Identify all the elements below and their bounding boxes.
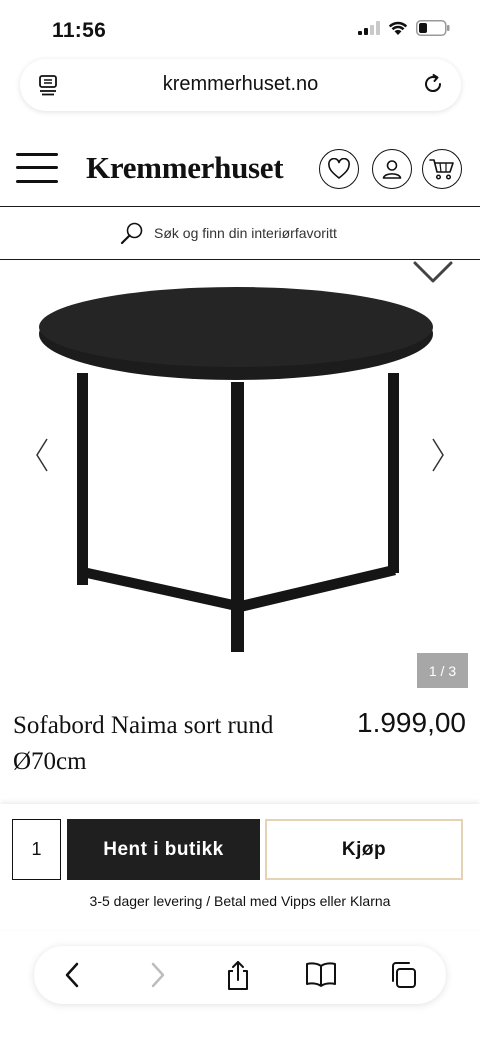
- buy-button[interactable]: Kjøp: [265, 819, 463, 880]
- wishlist-button[interactable]: [319, 149, 359, 189]
- product-gallery[interactable]: 1 / 3: [0, 261, 480, 701]
- product-price: 1.999,00: [357, 707, 466, 738]
- search-placeholder: Søk og finn din interiørfavoritt: [154, 225, 337, 241]
- cellular-signal-icon: [358, 21, 380, 35]
- status-bar: 11:56: [0, 0, 480, 60]
- wifi-icon: [388, 21, 408, 35]
- menu-icon[interactable]: [16, 153, 58, 183]
- pickup-in-store-button[interactable]: Hent i butikk: [67, 819, 260, 880]
- product-title-line-2: Ø70cm: [13, 748, 87, 775]
- purchase-bar: 1 Hent i butikk Kjøp 3-5 dager levering …: [0, 804, 480, 929]
- product-image: [39, 287, 433, 652]
- product-title: Sofabord Naima sort rund Ø70cm: [13, 708, 343, 780]
- share-icon[interactable]: [225, 960, 251, 992]
- user-icon: [382, 160, 402, 179]
- reload-icon[interactable]: [421, 72, 445, 96]
- back-icon[interactable]: [62, 960, 82, 990]
- site-logo[interactable]: Kremmerhuset: [86, 150, 284, 186]
- cart-icon: [429, 159, 454, 180]
- tabs-icon[interactable]: [388, 960, 418, 990]
- search-bar[interactable]: Søk og finn din interiørfavoritt: [0, 207, 480, 260]
- account-button[interactable]: [372, 149, 412, 189]
- search-field[interactable]: Søk og finn din interiørfavoritt: [120, 221, 337, 245]
- wishlist-heart-icon[interactable]: [412, 261, 454, 287]
- delivery-info: 3-5 dager levering / Betal med Vipps ell…: [89, 893, 391, 909]
- quantity-input[interactable]: 1: [12, 819, 61, 880]
- heart-icon: [328, 158, 350, 179]
- url-text[interactable]: kremmerhuset.no: [20, 73, 461, 96]
- image-counter: 1 / 3: [417, 653, 468, 688]
- battery-icon: [416, 20, 450, 36]
- site-header: Kremmerhuset: [0, 130, 480, 207]
- bookmarks-icon[interactable]: [305, 960, 337, 988]
- cart-button[interactable]: [422, 149, 462, 189]
- status-time: 11:56: [52, 19, 107, 42]
- search-icon: [120, 222, 143, 245]
- product-title-line-1: Sofabord Naima sort rund: [13, 712, 274, 739]
- address-bar[interactable]: kremmerhuset.no: [20, 59, 461, 111]
- browser-toolbar: [34, 946, 446, 1004]
- status-icons: [358, 20, 450, 36]
- forward-icon[interactable]: [148, 960, 168, 990]
